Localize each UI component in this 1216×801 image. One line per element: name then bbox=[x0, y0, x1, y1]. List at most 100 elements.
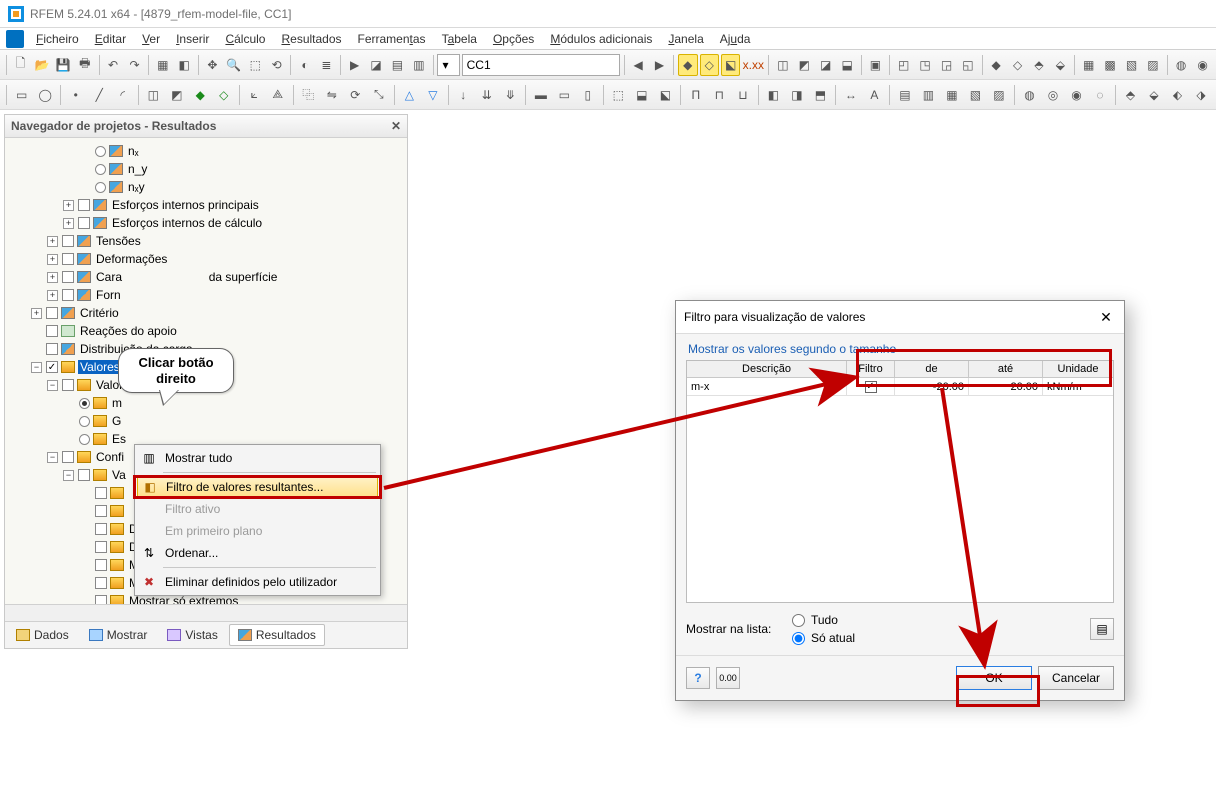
collapse-icon[interactable]: − bbox=[47, 452, 58, 463]
tb-small-combo[interactable]: ▾ bbox=[437, 54, 459, 76]
radio-so-atual[interactable]: Só atual bbox=[792, 631, 855, 645]
expand-icon[interactable]: + bbox=[31, 308, 42, 319]
checkbox[interactable] bbox=[95, 559, 107, 571]
cell-de[interactable]: -20.00 bbox=[895, 378, 969, 396]
t2-e-icon[interactable]: ⟀ bbox=[244, 84, 266, 106]
t2-m-icon[interactable]: ◧ bbox=[763, 84, 785, 106]
ctx-ordenar[interactable]: ⇅Ordenar... bbox=[137, 542, 378, 564]
tb-deform3-icon[interactable]: ⬕ bbox=[721, 54, 740, 76]
checkbox[interactable] bbox=[95, 577, 107, 589]
t2-lasso-icon[interactable]: ◯ bbox=[34, 84, 56, 106]
t2-u-icon[interactable]: ◍ bbox=[1019, 84, 1041, 106]
t2-v-icon[interactable]: ◎ bbox=[1042, 84, 1064, 106]
units-button[interactable]: 0.00 bbox=[716, 667, 740, 689]
radio-icon[interactable] bbox=[79, 416, 90, 427]
tb-deform-icon[interactable]: ◆ bbox=[678, 54, 697, 76]
checkbox[interactable] bbox=[62, 289, 74, 301]
t2-sup2-icon[interactable]: ▽ bbox=[422, 84, 444, 106]
checkbox[interactable] bbox=[62, 271, 74, 283]
tab-vistas[interactable]: Vistas bbox=[158, 624, 226, 646]
tb-save-icon[interactable]: 💾 bbox=[54, 54, 73, 76]
t2-o-icon[interactable]: ⬒ bbox=[810, 84, 832, 106]
tb-c-icon[interactable]: ◪ bbox=[816, 54, 835, 76]
t2-l-icon[interactable]: ⊔ bbox=[732, 84, 754, 106]
help-button[interactable]: ? bbox=[686, 667, 710, 689]
tb-d-icon[interactable]: ⬓ bbox=[837, 54, 856, 76]
checkbox[interactable] bbox=[62, 379, 74, 391]
expand-icon[interactable]: + bbox=[63, 200, 74, 211]
radio-on-icon[interactable] bbox=[79, 398, 90, 409]
tree-deform[interactable]: Deformações bbox=[94, 252, 169, 266]
checkbox[interactable] bbox=[95, 595, 107, 604]
menu-opcoes[interactable]: Opções bbox=[487, 30, 540, 48]
tb-undo-icon[interactable]: ↶ bbox=[103, 54, 122, 76]
cell-ate[interactable]: 20.00 bbox=[969, 378, 1043, 396]
t2-r-icon[interactable]: ▦ bbox=[941, 84, 963, 106]
menu-ajuda[interactable]: Ajuda bbox=[714, 30, 757, 48]
t2-line-icon[interactable]: ╱ bbox=[88, 84, 110, 106]
checkbox[interactable] bbox=[62, 235, 74, 247]
t2-mirror-icon[interactable]: ⇋ bbox=[321, 84, 343, 106]
tb-i-icon[interactable]: ◱ bbox=[958, 54, 977, 76]
tb-move-icon[interactable]: ✥ bbox=[203, 54, 222, 76]
t2-solid3-icon[interactable]: ▯ bbox=[577, 84, 599, 106]
dialog-close-icon[interactable]: ✕ bbox=[1096, 307, 1116, 327]
checkbox[interactable] bbox=[95, 541, 107, 553]
tb-deform2-icon[interactable]: ◇ bbox=[700, 54, 719, 76]
expand-icon[interactable]: + bbox=[47, 236, 58, 247]
tb-results-x-icon[interactable]: x.xx bbox=[742, 54, 764, 76]
tree-ny[interactable]: n_y bbox=[126, 162, 149, 176]
tree-tensoes[interactable]: Tensões bbox=[94, 234, 143, 248]
t2-select-icon[interactable]: ▭ bbox=[11, 84, 33, 106]
tb-b-icon[interactable]: ◩ bbox=[795, 54, 814, 76]
t2-z-icon[interactable]: ⬙ bbox=[1143, 84, 1165, 106]
t2-arc-icon[interactable]: ◜ bbox=[112, 84, 134, 106]
t2-sup-icon[interactable]: △ bbox=[399, 84, 421, 106]
tree-forn[interactable]: Forn bbox=[94, 288, 123, 302]
t2-load1-icon[interactable]: ↓ bbox=[453, 84, 475, 106]
checkbox[interactable] bbox=[46, 343, 58, 355]
t2-ab-icon[interactable]: ⬗ bbox=[1190, 84, 1212, 106]
t2-c-icon[interactable]: ◆ bbox=[190, 84, 212, 106]
cell-desc[interactable]: m-x bbox=[687, 378, 847, 396]
radio-icon[interactable] bbox=[95, 146, 106, 157]
tb-results-icon[interactable]: ◪ bbox=[366, 54, 385, 76]
tb-a-icon[interactable]: ◫ bbox=[773, 54, 792, 76]
t2-aa-icon[interactable]: ⬖ bbox=[1167, 84, 1189, 106]
menu-ferramentas[interactable]: Ferramentas bbox=[352, 30, 432, 48]
menu-modulos[interactable]: Módulos adicionais bbox=[544, 30, 658, 48]
t2-q-icon[interactable]: ▥ bbox=[918, 84, 940, 106]
tb-zoom-icon[interactable]: 🔍 bbox=[224, 54, 243, 76]
ctx-mostrar-tudo[interactable]: ▥Mostrar tudo bbox=[137, 447, 378, 469]
t2-rotate-icon[interactable]: ⟳ bbox=[345, 84, 367, 106]
tb-zoom-window-icon[interactable]: ⬚ bbox=[246, 54, 265, 76]
tb-n-icon[interactable]: ▦ bbox=[1079, 54, 1098, 76]
tb-open-icon[interactable]: 📂 bbox=[32, 54, 51, 76]
tb-toggle-icon[interactable]: ◐ bbox=[295, 54, 314, 76]
checkbox[interactable] bbox=[95, 505, 107, 517]
tb-zoom-prev-icon[interactable]: ⟲ bbox=[267, 54, 286, 76]
tb-r-icon[interactable]: ◍ bbox=[1171, 54, 1190, 76]
tree-criterio[interactable]: Critério bbox=[78, 306, 121, 320]
panel-close-icon[interactable]: ✕ bbox=[391, 119, 401, 133]
menu-janela[interactable]: Janela bbox=[662, 30, 709, 48]
radio-icon[interactable] bbox=[79, 434, 90, 445]
menu-ver[interactable]: Ver bbox=[136, 30, 166, 48]
ctx-filtro-valores[interactable]: ◧Filtro de valores resultantes... bbox=[137, 476, 378, 498]
t2-n-icon[interactable]: ◨ bbox=[786, 84, 808, 106]
tree-va[interactable]: Va bbox=[110, 468, 128, 482]
t2-dim-icon[interactable]: ↔ bbox=[840, 84, 862, 106]
t2-s-icon[interactable]: ▧ bbox=[965, 84, 987, 106]
tb-j-icon[interactable]: ◆ bbox=[986, 54, 1005, 76]
t2-w-icon[interactable]: ◉ bbox=[1066, 84, 1088, 106]
ctx-eliminar[interactable]: ✖Eliminar definidos pelo utilizador bbox=[137, 571, 378, 593]
t2-load3-icon[interactable]: ⤋ bbox=[500, 84, 522, 106]
tree-reacoes[interactable]: Reações do apoio bbox=[78, 324, 179, 338]
tab-resultados[interactable]: Resultados bbox=[229, 624, 325, 646]
expand-icon[interactable]: + bbox=[63, 218, 74, 229]
checkbox-checked[interactable] bbox=[46, 361, 58, 373]
tree-es[interactable]: Es bbox=[110, 432, 128, 446]
t2-a-icon[interactable]: ◫ bbox=[142, 84, 164, 106]
tree-confi[interactable]: Confi bbox=[94, 450, 126, 464]
tree-nxy[interactable]: nₓy bbox=[126, 180, 147, 194]
